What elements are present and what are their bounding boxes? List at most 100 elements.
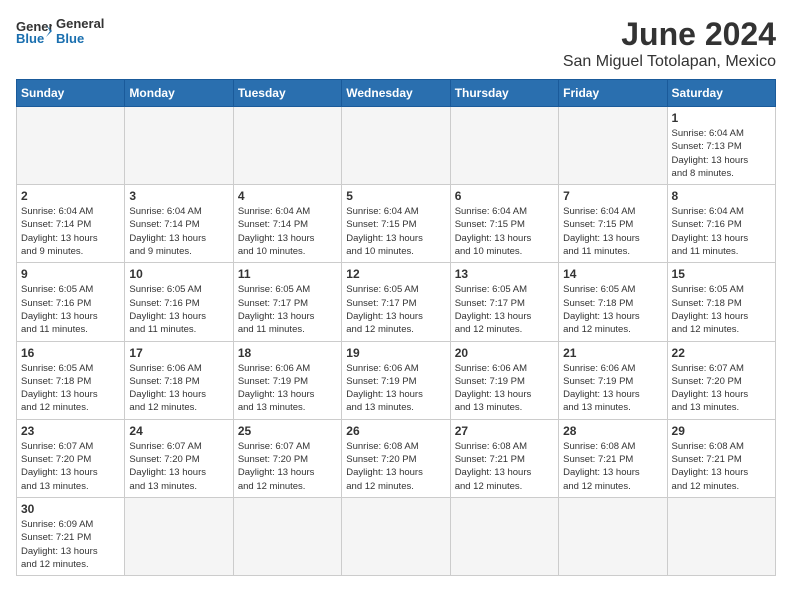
calendar-cell: 4 Sunrise: 6:04 AM Sunset: 7:14 PM Daylig… <box>233 185 341 263</box>
week-row-2: 2 Sunrise: 6:04 AM Sunset: 7:14 PM Daylig… <box>17 185 776 263</box>
calendar-cell: 16 Sunrise: 6:05 AM Sunset: 7:18 PM Dayli… <box>17 341 125 419</box>
calendar-cell: 13Sunrise: 6:05 AM Sunset: 7:17 PM Dayli… <box>450 263 558 341</box>
calendar-cell: 15Sunrise: 6:05 AM Sunset: 7:18 PM Dayli… <box>667 263 775 341</box>
day-number: 6 <box>455 189 554 203</box>
day-number: 12 <box>346 267 445 281</box>
day-number: 29 <box>672 424 771 438</box>
calendar-cell: 21 Sunrise: 6:06 AM Sunset: 7:19 PM Dayli… <box>559 341 667 419</box>
logo: General Blue General Blue <box>16 16 104 46</box>
calendar-cell: 14 Sunrise: 6:05 AM Sunset: 7:18 PM Dayli… <box>559 263 667 341</box>
day-number: 27 <box>455 424 554 438</box>
day-number: 8 <box>672 189 771 203</box>
calendar-cell: 26Sunrise: 6:08 AM Sunset: 7:20 PM Dayli… <box>342 419 450 497</box>
calendar-cell: 29 Sunrise: 6:08 AM Sunset: 7:21 PM Dayli… <box>667 419 775 497</box>
calendar-cell: 12 Sunrise: 6:05 AM Sunset: 7:17 PM Dayli… <box>342 263 450 341</box>
day-info: Sunrise: 6:05 AM Sunset: 7:18 PM Dayligh… <box>21 362 120 415</box>
calendar-cell <box>559 107 667 185</box>
calendar-cell: 22 Sunrise: 6:07 AM Sunset: 7:20 PM Dayli… <box>667 341 775 419</box>
calendar-cell <box>342 107 450 185</box>
day-info: Sunrise: 6:06 AM Sunset: 7:19 PM Dayligh… <box>238 362 337 415</box>
day-number: 3 <box>129 189 228 203</box>
day-info: Sunrise: 6:04 AM Sunset: 7:16 PM Dayligh… <box>672 205 771 258</box>
week-row-3: 9 Sunrise: 6:05 AM Sunset: 7:16 PM Daylig… <box>17 263 776 341</box>
day-info: Sunrise: 6:08 AM Sunset: 7:20 PM Dayligh… <box>346 440 445 493</box>
day-info: Sunrise: 6:08 AM Sunset: 7:21 PM Dayligh… <box>455 440 554 493</box>
calendar-cell <box>450 497 558 575</box>
day-info: Sunrise: 6:04 AM Sunset: 7:15 PM Dayligh… <box>563 205 662 258</box>
calendar-cell: 20 Sunrise: 6:06 AM Sunset: 7:19 PM Dayli… <box>450 341 558 419</box>
logo-icon: General Blue <box>16 17 52 45</box>
calendar-cell: 1 Sunrise: 6:04 AM Sunset: 7:13 PM Daylig… <box>667 107 775 185</box>
day-header-monday: Monday <box>125 80 233 107</box>
day-number: 18 <box>238 346 337 360</box>
week-row-6: 30Sunrise: 6:09 AM Sunset: 7:21 PM Dayli… <box>17 497 776 575</box>
day-info: Sunrise: 6:05 AM Sunset: 7:17 PM Dayligh… <box>346 283 445 336</box>
day-info: Sunrise: 6:05 AM Sunset: 7:16 PM Dayligh… <box>129 283 228 336</box>
day-info: Sunrise: 6:05 AM Sunset: 7:16 PM Dayligh… <box>21 283 120 336</box>
calendar-cell: 23Sunrise: 6:07 AM Sunset: 7:20 PM Dayli… <box>17 419 125 497</box>
day-header-wednesday: Wednesday <box>342 80 450 107</box>
calendar-cell <box>342 497 450 575</box>
calendar-cell: 27 Sunrise: 6:08 AM Sunset: 7:21 PM Dayli… <box>450 419 558 497</box>
day-number: 16 <box>21 346 120 360</box>
logo-blue-text: Blue <box>56 31 104 46</box>
calendar-cell <box>125 107 233 185</box>
day-info: Sunrise: 6:08 AM Sunset: 7:21 PM Dayligh… <box>672 440 771 493</box>
day-number: 7 <box>563 189 662 203</box>
day-number: 4 <box>238 189 337 203</box>
calendar-cell: 18 Sunrise: 6:06 AM Sunset: 7:19 PM Dayli… <box>233 341 341 419</box>
day-info: Sunrise: 6:04 AM Sunset: 7:14 PM Dayligh… <box>238 205 337 258</box>
day-info: Sunrise: 6:07 AM Sunset: 7:20 PM Dayligh… <box>21 440 120 493</box>
week-row-1: 1 Sunrise: 6:04 AM Sunset: 7:13 PM Daylig… <box>17 107 776 185</box>
day-info: Sunrise: 6:05 AM Sunset: 7:18 PM Dayligh… <box>563 283 662 336</box>
day-number: 2 <box>21 189 120 203</box>
day-number: 25 <box>238 424 337 438</box>
day-info: Sunrise: 6:05 AM Sunset: 7:18 PM Dayligh… <box>672 283 771 336</box>
day-header-sunday: Sunday <box>17 80 125 107</box>
calendar-cell: 8 Sunrise: 6:04 AM Sunset: 7:16 PM Daylig… <box>667 185 775 263</box>
day-number: 17 <box>129 346 228 360</box>
month-title: June 2024 <box>563 16 776 53</box>
day-info: Sunrise: 6:05 AM Sunset: 7:17 PM Dayligh… <box>238 283 337 336</box>
day-info: Sunrise: 6:04 AM Sunset: 7:14 PM Dayligh… <box>21 205 120 258</box>
calendar-cell <box>667 497 775 575</box>
calendar-cell: 24Sunrise: 6:07 AM Sunset: 7:20 PM Dayli… <box>125 419 233 497</box>
calendar-cell <box>233 497 341 575</box>
day-header-saturday: Saturday <box>667 80 775 107</box>
calendar-cell: 11 Sunrise: 6:05 AM Sunset: 7:17 PM Dayli… <box>233 263 341 341</box>
day-number: 22 <box>672 346 771 360</box>
calendar-cell: 30Sunrise: 6:09 AM Sunset: 7:21 PM Dayli… <box>17 497 125 575</box>
day-number: 9 <box>21 267 120 281</box>
day-number: 13 <box>455 267 554 281</box>
day-number: 14 <box>563 267 662 281</box>
calendar-cell: 9 Sunrise: 6:05 AM Sunset: 7:16 PM Daylig… <box>17 263 125 341</box>
day-number: 11 <box>238 267 337 281</box>
day-info: Sunrise: 6:04 AM Sunset: 7:15 PM Dayligh… <box>455 205 554 258</box>
calendar-cell <box>125 497 233 575</box>
calendar-cell: 5Sunrise: 6:04 AM Sunset: 7:15 PM Daylig… <box>342 185 450 263</box>
day-info: Sunrise: 6:06 AM Sunset: 7:19 PM Dayligh… <box>346 362 445 415</box>
location-subtitle: San Miguel Totolapan, Mexico <box>563 53 776 71</box>
calendar-cell: 17Sunrise: 6:06 AM Sunset: 7:18 PM Dayli… <box>125 341 233 419</box>
calendar-cell: 7 Sunrise: 6:04 AM Sunset: 7:15 PM Daylig… <box>559 185 667 263</box>
day-number: 24 <box>129 424 228 438</box>
calendar-cell: 3 Sunrise: 6:04 AM Sunset: 7:14 PM Daylig… <box>125 185 233 263</box>
day-info: Sunrise: 6:08 AM Sunset: 7:21 PM Dayligh… <box>563 440 662 493</box>
day-info: Sunrise: 6:04 AM Sunset: 7:14 PM Dayligh… <box>129 205 228 258</box>
day-info: Sunrise: 6:06 AM Sunset: 7:19 PM Dayligh… <box>563 362 662 415</box>
day-number: 19 <box>346 346 445 360</box>
day-info: Sunrise: 6:07 AM Sunset: 7:20 PM Dayligh… <box>672 362 771 415</box>
day-number: 20 <box>455 346 554 360</box>
calendar-header-row: SundayMondayTuesdayWednesdayThursdayFrid… <box>17 80 776 107</box>
calendar-cell <box>17 107 125 185</box>
day-number: 1 <box>672 111 771 125</box>
day-info: Sunrise: 6:06 AM Sunset: 7:19 PM Dayligh… <box>455 362 554 415</box>
day-number: 21 <box>563 346 662 360</box>
calendar-cell <box>450 107 558 185</box>
day-info: Sunrise: 6:04 AM Sunset: 7:13 PM Dayligh… <box>672 127 771 180</box>
calendar-cell <box>233 107 341 185</box>
week-row-5: 23Sunrise: 6:07 AM Sunset: 7:20 PM Dayli… <box>17 419 776 497</box>
day-info: Sunrise: 6:09 AM Sunset: 7:21 PM Dayligh… <box>21 518 120 571</box>
day-header-thursday: Thursday <box>450 80 558 107</box>
day-number: 5 <box>346 189 445 203</box>
